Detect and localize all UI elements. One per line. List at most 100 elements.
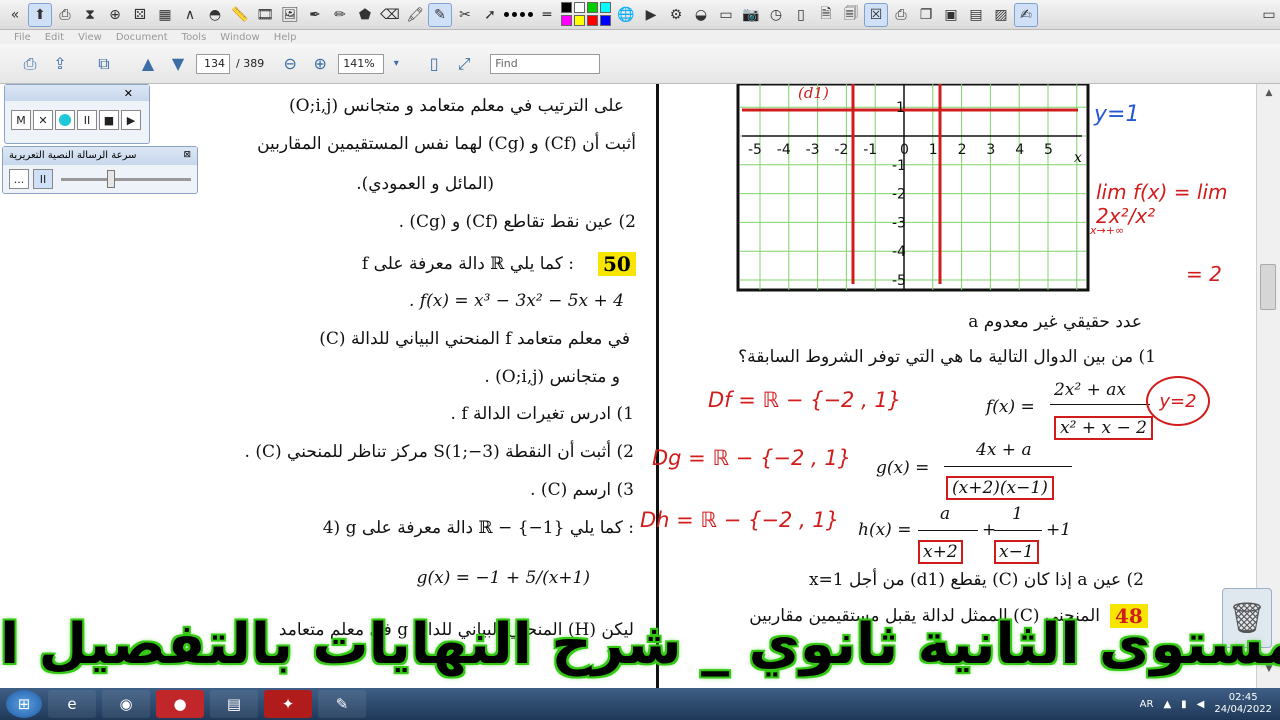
print-button[interactable]: ⎙ [18, 52, 42, 76]
play-icon[interactable]: ▶ [640, 4, 662, 26]
chrome-icon[interactable]: ◉ [102, 690, 150, 718]
shapes-icon[interactable]: ⬟ [354, 4, 376, 26]
pdf-icon[interactable]: ✦ [264, 690, 312, 718]
pointer-icon[interactable]: ➚ [479, 4, 501, 26]
protractor-icon[interactable]: ◓ [204, 4, 226, 26]
screenshot-button[interactable]: ⧉ [92, 52, 116, 76]
media-play-button[interactable]: ▶ [121, 110, 141, 130]
hourglass-icon[interactable]: ⧗ [79, 4, 101, 26]
zoom-input[interactable]: 141% [338, 53, 385, 74]
media-record-button[interactable] [55, 110, 75, 130]
layout-icon[interactable]: ▤ [965, 4, 987, 26]
print-icon[interactable]: ⎙ [890, 4, 912, 26]
dice-icon[interactable]: ⚄ [129, 4, 151, 26]
speed-slider-track[interactable] [61, 178, 191, 181]
zoom-dropdown-icon[interactable]: ▾ [390, 52, 402, 76]
fit-page-button[interactable]: ▯ [422, 52, 446, 76]
color-swatch[interactable] [574, 15, 585, 26]
page-number-input[interactable]: 134 [196, 53, 230, 74]
menu-item-edit[interactable]: Edit [45, 32, 64, 43]
media-pause-button[interactable]: II [77, 110, 97, 130]
signature-icon[interactable]: ✍ [1014, 2, 1038, 27]
start-button[interactable]: ⊞ [6, 690, 42, 718]
color-swatch[interactable] [561, 2, 572, 13]
media-m-button[interactable]: M [11, 110, 31, 130]
photo-icon[interactable]: ▨ [990, 4, 1012, 26]
explorer-icon[interactable]: ▤ [210, 690, 258, 718]
speed-more-button[interactable]: ... [9, 169, 29, 189]
camera-icon[interactable]: 📷 [740, 4, 762, 26]
settings-icon[interactable]: ⚙ [665, 4, 687, 26]
edit-doc-icon[interactable]: 🗐 [840, 4, 862, 26]
color-swatch[interactable] [600, 2, 611, 13]
zoom-in-button[interactable]: ⊕ [308, 52, 332, 76]
color-swatch[interactable] [574, 2, 585, 13]
image-icon[interactable]: 🖼 [279, 4, 301, 26]
expand-left-icon[interactable]: « [4, 4, 26, 26]
print-tool-icon[interactable]: ⎙ [54, 4, 76, 26]
speed-pause-button[interactable]: II [33, 169, 53, 189]
grid-icon[interactable]: ▦ [154, 4, 176, 26]
clock[interactable]: 02:45 24/04/2022 [1214, 692, 1272, 716]
media-close-button[interactable]: ✕ [33, 110, 53, 130]
language-indicator[interactable]: AR [1140, 699, 1154, 710]
g-denominator: (x+2)(x−1) [946, 476, 1054, 500]
menu-item-tools[interactable]: Tools [182, 32, 207, 43]
document-icon[interactable]: 🗎 [815, 4, 837, 26]
cursor-tool-icon[interactable]: ⬆ [28, 2, 52, 27]
film-icon[interactable]: 🎞 [254, 4, 276, 26]
close-icon[interactable]: ✕ [124, 87, 133, 100]
f-denominator: x² + x − 2 [1054, 416, 1153, 440]
fit-width-button[interactable]: ⤢ [452, 52, 476, 76]
marker-icon[interactable]: ✏ [329, 4, 351, 26]
close-doc-icon[interactable]: ☒ [864, 2, 888, 27]
media-stop-button[interactable]: ■ [99, 110, 119, 130]
network-icon[interactable]: ▮ [1181, 699, 1187, 710]
highlighter-icon[interactable]: 🖍 [404, 4, 426, 26]
line-style-icon[interactable]: ═ [536, 4, 558, 26]
h-fraction-bar-2 [994, 530, 1042, 531]
minimize-icon[interactable]: ▭ [1258, 4, 1280, 26]
scroll-up-icon[interactable]: ▲ [1263, 88, 1275, 100]
color-swatch[interactable] [600, 15, 611, 26]
speed-slider-thumb[interactable] [107, 170, 115, 188]
window-icon[interactable]: ❐ [915, 4, 937, 26]
menu-item-document[interactable]: Document [116, 32, 168, 43]
half-circle-icon[interactable]: ◒ [690, 4, 712, 26]
tray-arrow-icon[interactable]: ▲ [1163, 699, 1171, 710]
draw-app-icon[interactable]: ✎ [318, 690, 366, 718]
volume-icon[interactable]: ◀ [1197, 699, 1205, 710]
ruler-icon[interactable]: 📏 [229, 4, 251, 26]
menu-item-help[interactable]: Help [274, 32, 297, 43]
ie-icon[interactable]: e [48, 690, 96, 718]
color-swatch[interactable] [587, 15, 598, 26]
exercise-50-badge: 50 [598, 252, 636, 276]
screen-icon[interactable]: ▣ [940, 4, 962, 26]
eraser-icon[interactable]: ⌫ [379, 4, 401, 26]
next-page-button[interactable]: ▼ [166, 52, 190, 76]
compass-icon[interactable]: ∧ [179, 4, 201, 26]
menu-item-file[interactable]: File [14, 32, 31, 43]
monitor-icon[interactable]: ▭ [715, 4, 737, 26]
scroll-thumb[interactable] [1260, 264, 1276, 310]
color-palette[interactable] [561, 2, 612, 27]
app-red-icon[interactable]: ● [156, 690, 204, 718]
zoom-out-button[interactable]: ⊖ [278, 52, 302, 76]
close-icon[interactable]: ⊠ [183, 150, 191, 160]
prev-page-button[interactable]: ▲ [136, 52, 160, 76]
clock-icon[interactable]: ◷ [765, 4, 787, 26]
find-input[interactable]: Find [490, 53, 601, 74]
menu-item-window[interactable]: Window [220, 32, 259, 43]
color-swatch[interactable] [587, 2, 598, 13]
globe-icon[interactable]: 🌐 [615, 4, 637, 26]
page-icon[interactable]: ▯ [790, 4, 812, 26]
x-tick-label: -1 [863, 142, 877, 158]
share-button[interactable]: ⇪ [48, 52, 72, 76]
line-width-dots[interactable] [504, 12, 533, 17]
tools-icon[interactable]: ✂ [454, 4, 476, 26]
color-swatch[interactable] [561, 15, 572, 26]
pencil-icon[interactable]: ✎ [428, 2, 452, 27]
target-icon[interactable]: ⊕ [104, 4, 126, 26]
pen-icon[interactable]: ✒ [304, 4, 326, 26]
menu-item-view[interactable]: View [78, 32, 102, 43]
